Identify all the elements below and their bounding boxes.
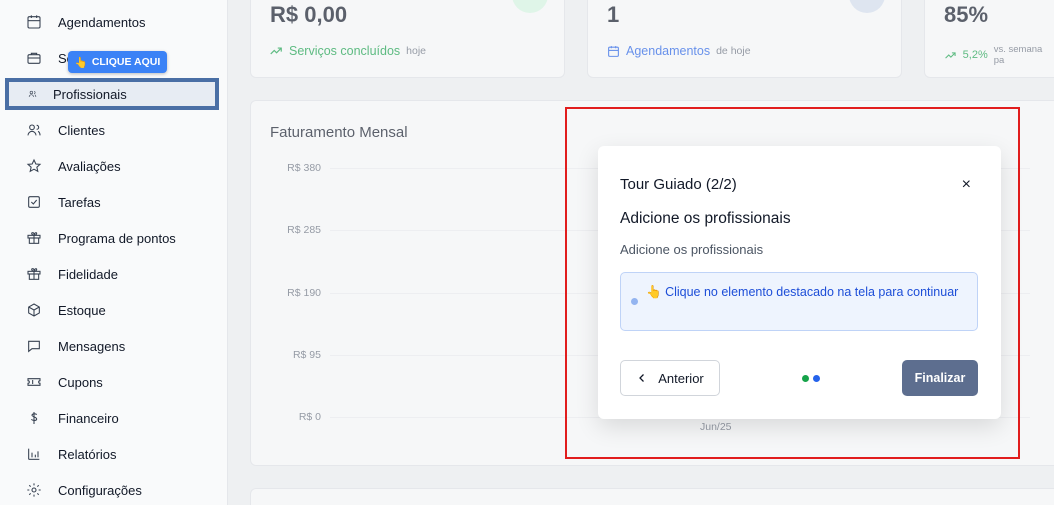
sidebar-item-2[interactable]: Profissionais	[5, 78, 219, 110]
sidebar-item-label: Tarefas	[58, 194, 101, 210]
users-icon	[14, 122, 42, 138]
sidebar-item-6[interactable]: Programa de pontos	[14, 224, 214, 252]
sidebar-item-label: Relatórios	[58, 446, 117, 462]
sidebar-item-label: Profissionais	[53, 86, 127, 102]
sidebar-item-10[interactable]: Cupons	[14, 368, 214, 396]
sidebar-item-12[interactable]: Relatórios	[14, 440, 214, 468]
sidebar-item-label: Estoque	[58, 302, 106, 318]
dollar-icon	[14, 410, 42, 426]
close-icon[interactable]: ×	[962, 176, 971, 194]
sidebar-item-11[interactable]: Financeiro	[14, 404, 214, 432]
briefcase-icon	[14, 50, 42, 66]
bar-chart-icon	[14, 446, 42, 462]
ticket-icon	[14, 374, 42, 390]
sidebar-item-label: Cupons	[58, 374, 103, 390]
tour-hint: 👆 Clique no elemento destacado na tela p…	[620, 272, 978, 331]
click-here-badge[interactable]: 👆 CLIQUE AQUI	[68, 51, 167, 73]
sidebar-item-label: Avaliações	[58, 158, 121, 174]
sidebar-item-7[interactable]: Fidelidade	[14, 260, 214, 288]
sidebar-item-13[interactable]: Configurações	[14, 476, 214, 504]
step-indicator-2	[813, 375, 820, 382]
sidebar-item-4[interactable]: Avaliações	[14, 152, 214, 180]
gift-icon	[14, 266, 42, 282]
step-indicator-1	[802, 375, 809, 382]
message-icon	[14, 338, 42, 354]
calendar-icon	[14, 14, 42, 30]
users-icon	[9, 86, 37, 102]
sidebar-item-3[interactable]: Clientes	[14, 116, 214, 144]
tour-title: Tour Guiado (2/2)	[620, 176, 737, 193]
sidebar-item-8[interactable]: Estoque	[14, 296, 214, 324]
sidebar-item-label: Fidelidade	[58, 266, 118, 282]
sidebar-item-label: Agendamentos	[58, 14, 146, 30]
sidebar-item-label: Programa de pontos	[58, 230, 176, 246]
tour-heading: Adicione os profissionais	[620, 210, 791, 227]
checkbox-icon	[14, 194, 42, 210]
star-icon	[14, 158, 42, 174]
sidebar-item-label: Mensagens	[58, 338, 126, 354]
tour-description: Adicione os profissionais	[620, 242, 764, 257]
sidebar-item-9[interactable]: Mensagens	[14, 332, 214, 360]
sidebar: Agendamentos Se Profissionais Clientes Avali…	[0, 0, 228, 505]
sidebar-item-label: Financeiro	[58, 410, 119, 426]
finish-button[interactable]: Finalizar	[902, 360, 978, 396]
previous-label: Anterior	[658, 370, 704, 386]
click-here-label: CLIQUE AQUI	[91, 56, 161, 68]
sidebar-item-label: Configurações	[58, 482, 142, 498]
hint-dot	[631, 298, 638, 305]
sidebar-item-0[interactable]: Agendamentos	[14, 8, 214, 36]
sidebar-item-5[interactable]: Tarefas	[14, 188, 214, 216]
gift-icon	[14, 230, 42, 246]
box-icon	[14, 302, 42, 318]
tour-dialog: Tour Guiado (2/2) × Adicione os profissi…	[598, 146, 1001, 419]
chevron-left-icon	[639, 374, 645, 382]
previous-button[interactable]: Anterior	[620, 360, 720, 396]
hint-text: Clique no elemento destacado na tela par…	[665, 285, 959, 299]
pointing-hand-icon: 👆	[74, 56, 88, 69]
pointing-hand-icon: 👆	[646, 285, 662, 299]
gear-icon	[14, 482, 42, 498]
sidebar-item-label: Clientes	[58, 122, 105, 138]
